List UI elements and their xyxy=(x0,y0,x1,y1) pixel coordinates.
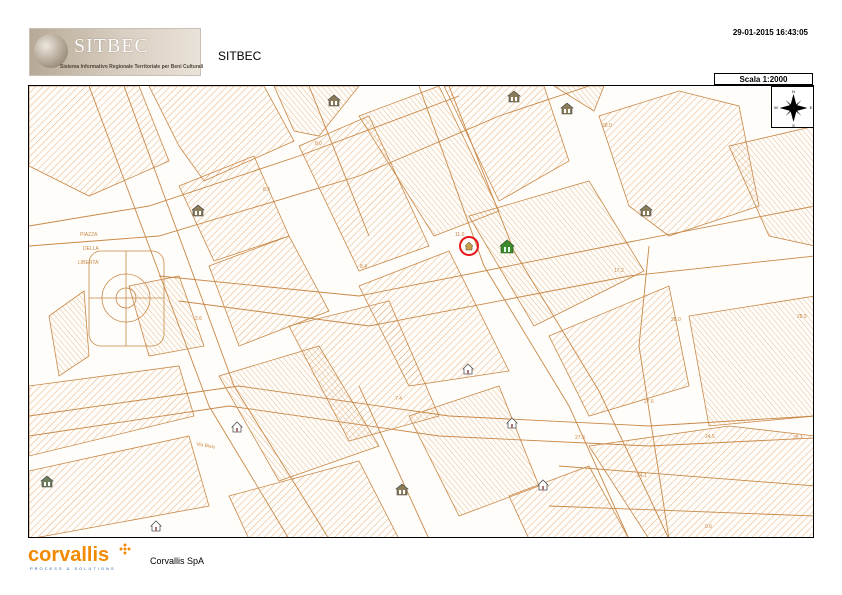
house-icon[interactable] xyxy=(231,421,243,433)
selected-monument-icon[interactable] xyxy=(459,236,479,256)
logo-subtitle: Sistema Informativo Regionale Territoria… xyxy=(60,64,204,70)
monument-icon[interactable] xyxy=(639,204,653,217)
house-icon[interactable] xyxy=(150,520,162,532)
corvallis-tagline: PROCESS & SOLUTIONS xyxy=(30,566,116,571)
monument-icon[interactable] xyxy=(40,475,54,488)
house-icon[interactable] xyxy=(537,479,549,491)
corvallis-cross-icon xyxy=(119,543,131,555)
monument-icon[interactable] xyxy=(560,102,574,115)
marker-layer xyxy=(40,90,653,532)
monument-icon-green[interactable] xyxy=(499,239,515,254)
monument-icon[interactable] xyxy=(327,94,341,107)
globe-icon xyxy=(34,34,68,68)
monument-icon[interactable] xyxy=(507,90,521,103)
compass-w: W xyxy=(774,105,778,110)
monument-icon[interactable] xyxy=(191,204,205,217)
compass-e: E xyxy=(810,105,813,110)
sitbec-logo: SITBEC Sistema Informativo Regionale Ter… xyxy=(29,28,204,76)
house-icon[interactable] xyxy=(462,363,474,375)
house-icon[interactable] xyxy=(506,417,518,429)
north-arrow-compass: N E S W xyxy=(771,86,813,128)
compass-n: N xyxy=(792,89,795,94)
timestamp: 29-01-2015 16:43:05 xyxy=(732,28,808,37)
app-title: SITBEC xyxy=(218,49,262,63)
monument-icon[interactable] xyxy=(395,483,409,496)
company-name: Corvallis SpA xyxy=(150,556,205,566)
corvallis-logo-text: corvallis xyxy=(28,544,110,566)
map-canvas[interactable]: PIAZZA DELLA LIBERTA' Via Bixio 28.0 17.… xyxy=(28,85,814,538)
scale-label: Scala 1:2000 xyxy=(714,73,813,85)
compass-s: S xyxy=(792,123,795,128)
logo-text: SITBEC xyxy=(74,35,149,57)
corvallis-logo: corvallis PROCESS & SOLUTIONS xyxy=(28,543,138,574)
compass-icon: N E S W xyxy=(774,89,813,128)
